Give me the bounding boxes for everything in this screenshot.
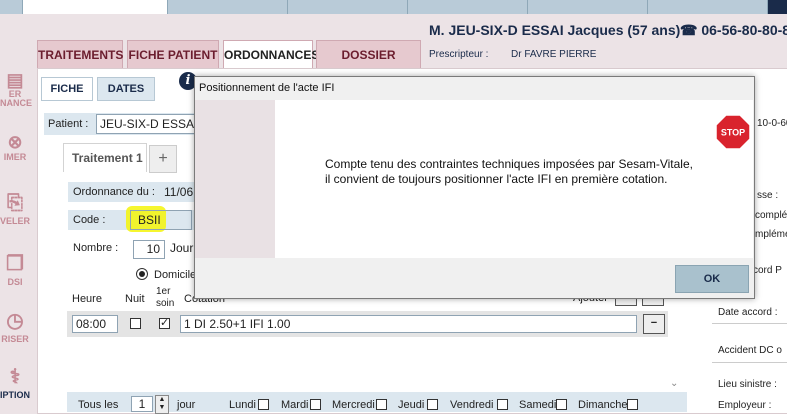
- day-checkbox-jeudi[interactable]: [427, 399, 438, 410]
- day-checkbox-dimanche[interactable]: [627, 399, 638, 410]
- day-checkbox-mardi[interactable]: [310, 399, 321, 410]
- premier-soin-checkbox[interactable]: [159, 316, 170, 329]
- code-field[interactable]: BSII: [130, 210, 192, 230]
- top-tab[interactable]: [527, 0, 648, 14]
- add-traitement-button[interactable]: +: [149, 145, 177, 173]
- day-label-vendredi: Vendredi: [450, 399, 494, 411]
- top-tab[interactable]: [647, 0, 768, 14]
- day-label-dimanche: Dimanche: [578, 399, 628, 411]
- top-tab[interactable]: [287, 0, 408, 14]
- divider: [712, 362, 787, 363]
- tab-dates[interactable]: DATES: [97, 77, 155, 101]
- phone-number: 06-56-80-80-8: [701, 22, 787, 38]
- heure-field[interactable]: 08:00: [72, 315, 118, 333]
- day-label-jeudi: Jeudi: [398, 399, 425, 411]
- close-circle-icon: ⊗: [7, 132, 23, 152]
- dialog-title: Positionnement de l'acte IFI: [199, 82, 335, 94]
- day-checkbox-mercredi[interactable]: [376, 399, 387, 410]
- nombre-field[interactable]: 10: [133, 240, 165, 259]
- ok-button[interactable]: OK: [675, 265, 749, 293]
- col-heure: Heure: [72, 293, 102, 305]
- nombre-label: Nombre :: [73, 242, 119, 254]
- tab-ordonnances[interactable]: ORDONNANCES: [223, 40, 319, 71]
- day-checkbox-lundi[interactable]: [258, 399, 269, 410]
- lieu-sinistre-label: Lieu sinistre :: [718, 379, 777, 390]
- code-label: Code :: [73, 214, 106, 226]
- day-label-mercredi: Mercredi: [332, 399, 375, 411]
- divider: [712, 323, 787, 324]
- ifi-warning-dialog: Positionnement de l'acte IFI Compte tenu…: [194, 76, 755, 299]
- cotation-field[interactable]: 1 DI 2.50+1 IFI 1.00: [180, 315, 637, 333]
- right-complement2-label: mpléme: [755, 229, 787, 240]
- sidebar-item-label: VELER: [0, 216, 31, 226]
- day-label-samedi: Samedi: [519, 399, 557, 411]
- scroll-down-icon[interactable]: ⌄: [670, 378, 678, 389]
- sidebar-item-label: DSI: [7, 277, 23, 287]
- top-tab-active[interactable]: [22, 0, 168, 14]
- tab-traitements[interactable]: TRAITEMENTS: [37, 40, 123, 69]
- dialog-message: Compte tenu des contraintes techniques i…: [325, 157, 693, 186]
- domicile-radio[interactable]: [136, 268, 148, 280]
- right-code-partial: 10-0-60: [757, 118, 787, 129]
- tab-fiche-patient[interactable]: FICHE PATIENT: [127, 40, 219, 69]
- sidebar-item-label: IMER: [3, 152, 27, 162]
- frequency-field[interactable]: 1: [131, 396, 153, 412]
- domicile-label: Domicile: [154, 269, 197, 281]
- traitement-tab-label: Traitement 1: [72, 151, 143, 165]
- sidebar-item-autoriser[interactable]: ◷ RISER: [0, 308, 30, 344]
- sidebar-item-label: IPTION: [0, 390, 31, 400]
- right-complement1-label: complé: [755, 210, 787, 221]
- top-tab[interactable]: [167, 0, 288, 14]
- dialog-body: Compte tenu des contraintes techniques i…: [275, 100, 753, 258]
- sidebar-item-prescription[interactable]: ⚕ IPTION: [0, 364, 30, 400]
- ordonnance-label: Ordonnance du :: [73, 186, 155, 198]
- employeur-label: Employeur :: [718, 400, 772, 411]
- phone-icon: ☎: [680, 22, 702, 38]
- col-1er-soin: 1er soin: [156, 286, 175, 309]
- tab-dossier-medical[interactable]: DOSSIER MÉDICAL: [316, 40, 421, 90]
- clock-icon: ◷: [6, 310, 24, 332]
- sidebar-item-renouveler[interactable]: ⎘ VELER: [0, 190, 30, 226]
- tab-fiche[interactable]: FICHE: [41, 77, 93, 101]
- nombre-unit: Jour: [170, 241, 194, 255]
- dialog-side-panel: [195, 100, 275, 258]
- day-label-lundi: Lundi: [229, 399, 256, 411]
- col-nuit: Nuit: [125, 293, 145, 305]
- sidebar-item-ordonnance[interactable]: ▤ ER NANCE: [0, 70, 33, 108]
- day-checkbox-vendredi[interactable]: [497, 399, 508, 410]
- patient-phone: ☎ 06-56-80-80-8: [680, 22, 787, 39]
- left-sidebar: ▤ ER NANCE ⊗ IMER ⎘ VELER ❐ DSI ◷ RISER …: [0, 68, 33, 412]
- tous-les-label: Tous les: [78, 399, 119, 411]
- top-tab[interactable]: [407, 0, 528, 14]
- day-checkbox-samedi[interactable]: [556, 399, 567, 410]
- right-adresse-label: sse :: [757, 190, 779, 201]
- frequency-spinner[interactable]: ▲ ▼: [155, 395, 169, 414]
- renew-icon: ⎘: [7, 192, 23, 214]
- jour-label: jour: [177, 399, 196, 411]
- sidebar-item-label: ER NANCE: [0, 89, 33, 108]
- top-navigation-strip: [0, 0, 787, 14]
- sidebar-item-dsi[interactable]: ❐ DSI: [0, 251, 30, 287]
- ordonnance-date-field[interactable]: 11/06: [164, 185, 193, 199]
- stop-icon: STOP: [715, 114, 751, 150]
- nuit-checkbox[interactable]: [130, 318, 141, 329]
- stop-text: STOP: [721, 128, 745, 138]
- prescription-icon: ⚕: [9, 366, 21, 388]
- patient-field[interactable]: JEU-SIX-D ESSA: [96, 114, 196, 134]
- copy-icon: ❐: [6, 253, 24, 275]
- top-action-button[interactable]: [767, 0, 787, 14]
- prescriber-label: Prescripteur :: [429, 49, 489, 60]
- document-icon: ▤: [6, 70, 24, 90]
- sidebar-item-imprimer[interactable]: ⊗ IMER: [0, 132, 30, 162]
- prescriber-name: Dr FAVRE PIERRE: [511, 49, 597, 60]
- date-accord-label: Date accord :: [718, 307, 778, 318]
- day-label-mardi: Mardi: [281, 399, 309, 411]
- tab-traitement-1[interactable]: Traitement 1: [63, 143, 147, 172]
- accident-label: Accident DC o: [718, 345, 782, 356]
- delete-row-button[interactable]: −: [643, 314, 665, 334]
- patient-name-header: M. JEU-SIX-D ESSAI Jacques (57 ans): [429, 22, 681, 38]
- patient-label: Patient :: [48, 118, 89, 130]
- sidebar-item-label: RISER: [1, 334, 29, 344]
